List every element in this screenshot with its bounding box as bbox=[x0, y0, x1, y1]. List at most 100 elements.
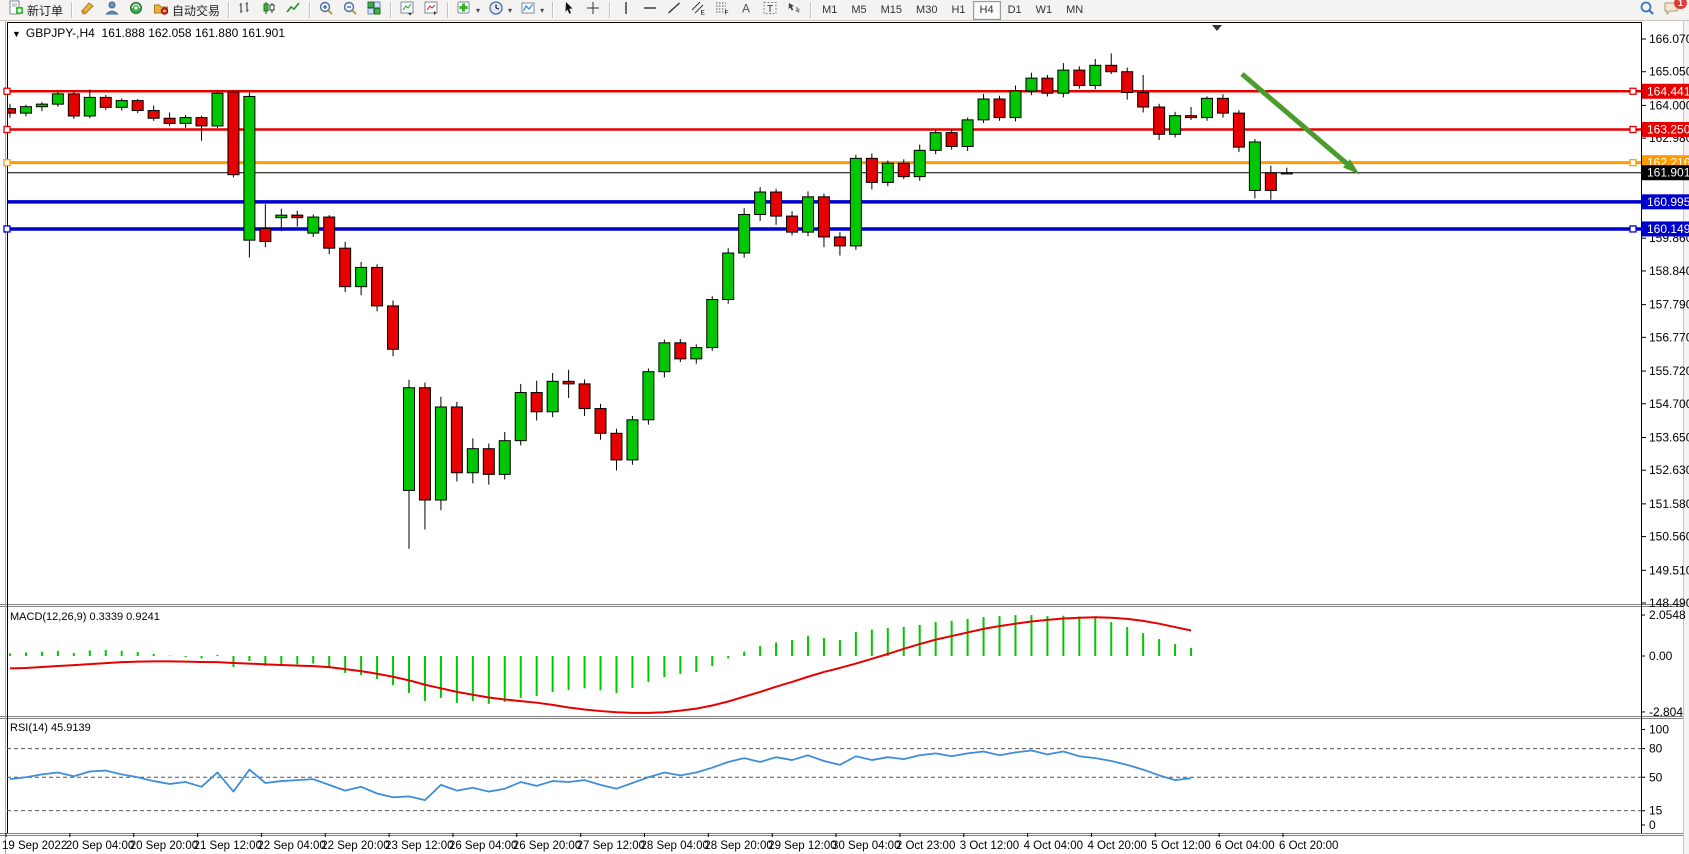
horizontal-line-button[interactable] bbox=[638, 0, 662, 21]
timeframe-clock-button[interactable]: ▾ bbox=[484, 0, 516, 21]
timeframe-m5[interactable]: M5 bbox=[844, 1, 873, 20]
line-anchor-handle[interactable] bbox=[4, 160, 10, 166]
candle-body bbox=[52, 94, 63, 104]
vertical-line-button[interactable] bbox=[614, 0, 638, 21]
signal-button[interactable] bbox=[124, 0, 148, 21]
chart-ohlc-values: 161.888 162.058 161.880 161.901 bbox=[102, 26, 286, 40]
text-button[interactable]: A bbox=[734, 0, 758, 21]
chart-symbol-period: GBPJPY-,H4 bbox=[26, 26, 95, 40]
profiles-icon bbox=[104, 0, 120, 21]
search-button[interactable] bbox=[1635, 0, 1659, 21]
zoom-in-icon bbox=[318, 0, 334, 21]
bar-chart-button[interactable] bbox=[233, 0, 257, 21]
line-chart-button[interactable] bbox=[281, 0, 305, 21]
text-label-button[interactable]: T bbox=[758, 0, 782, 21]
tile-windows-button[interactable] bbox=[362, 0, 386, 21]
new-order-label: 新订单 bbox=[27, 2, 63, 19]
trendline-button[interactable] bbox=[662, 0, 686, 21]
template-icon bbox=[520, 0, 536, 21]
trendline-icon bbox=[666, 0, 682, 21]
line-anchor-handle[interactable] bbox=[1630, 226, 1636, 232]
candle-body bbox=[308, 217, 319, 233]
rsi-axis-tick: 50 bbox=[1649, 770, 1663, 784]
price-badge-label: 160.149 bbox=[1647, 222, 1689, 236]
line-anchor-handle[interactable] bbox=[1630, 126, 1636, 132]
zoom-out-button[interactable] bbox=[338, 0, 362, 21]
time-axis-label: 2 Oct 23:00 bbox=[896, 840, 955, 852]
candle-body bbox=[292, 215, 303, 218]
rsi-axis-tick: 100 bbox=[1649, 723, 1669, 737]
notifications-button[interactable]: 1 bbox=[1659, 0, 1683, 21]
zoom-group bbox=[314, 0, 386, 21]
svg-text:A: A bbox=[742, 1, 750, 15]
time-axis-label: 6 Oct 04:00 bbox=[1215, 840, 1274, 852]
line-anchor-handle[interactable] bbox=[4, 88, 10, 94]
time-axis-label: 28 Sep 04:00 bbox=[641, 840, 709, 852]
chart-window[interactable]: ▼ GBPJPY-,H4 161.888 162.058 161.880 161.… bbox=[0, 21, 1689, 854]
candle-body bbox=[547, 381, 558, 411]
auto-trading-button[interactable]: 自动交易 bbox=[149, 0, 224, 21]
candle-body bbox=[723, 253, 734, 300]
candle-body bbox=[1202, 98, 1213, 117]
candle-body bbox=[100, 97, 111, 107]
price-axis-tick: 152.630 bbox=[1649, 463, 1689, 477]
timeframe-m1[interactable]: M1 bbox=[815, 1, 844, 20]
text-icon: A bbox=[738, 0, 754, 21]
timeframe-mn[interactable]: MN bbox=[1059, 1, 1090, 20]
candle-body bbox=[898, 163, 909, 176]
candle-body bbox=[340, 248, 351, 286]
toolbar-misc-group bbox=[76, 0, 148, 21]
crosshair-button[interactable] bbox=[581, 0, 605, 21]
indicators-window-button[interactable] bbox=[395, 0, 419, 21]
chevron-down-icon[interactable]: ▼ bbox=[12, 29, 21, 39]
tile-windows-icon bbox=[366, 0, 382, 21]
timeframe-h1[interactable]: H1 bbox=[944, 1, 972, 20]
candle-body bbox=[707, 300, 718, 348]
timeframe-w1[interactable]: W1 bbox=[1029, 1, 1060, 20]
time-axis-label: 4 Oct 04:00 bbox=[1024, 840, 1083, 852]
cursor-button[interactable] bbox=[557, 0, 581, 21]
styler-button[interactable] bbox=[76, 0, 100, 21]
vertical-line-icon bbox=[618, 0, 634, 21]
new-order-button[interactable]: 新订单 bbox=[4, 0, 67, 21]
line-anchor-handle[interactable] bbox=[1630, 88, 1636, 94]
signal-icon bbox=[128, 0, 144, 21]
line-anchor-handle[interactable] bbox=[4, 226, 10, 232]
candle-body bbox=[675, 343, 686, 359]
line-anchor-handle[interactable] bbox=[4, 126, 10, 132]
chart-canvas[interactable]: 166.070165.050164.000162.980159.860158.8… bbox=[0, 21, 1689, 854]
equidistant-channel-button[interactable]: E bbox=[686, 0, 710, 21]
timeframe-m15[interactable]: M15 bbox=[874, 1, 909, 20]
bar-chart-icon bbox=[237, 0, 253, 21]
toolbar-right-group: 1 bbox=[1635, 0, 1683, 21]
price-axis-tick: 149.510 bbox=[1649, 563, 1689, 577]
timeframe-clock-icon bbox=[488, 0, 504, 21]
fibonacci-button[interactable]: F bbox=[710, 0, 734, 21]
add-indicator-button[interactable]: ▾ bbox=[452, 0, 484, 21]
indicator-list-button[interactable] bbox=[419, 0, 443, 21]
macd-axis-tick: 2.0548 bbox=[1649, 608, 1686, 622]
candle-body bbox=[866, 158, 877, 182]
candle-body bbox=[68, 94, 79, 116]
candle-body bbox=[1106, 65, 1117, 71]
svg-text:E: E bbox=[701, 9, 706, 16]
equidistant-channel-icon: E bbox=[690, 0, 706, 21]
rsi-axis-tick: 0 bbox=[1649, 818, 1656, 832]
candlestick-chart-button[interactable] bbox=[257, 0, 281, 21]
candle-body bbox=[771, 192, 782, 216]
candle-body bbox=[691, 348, 702, 359]
timeframe-h4[interactable]: H4 bbox=[973, 1, 1001, 20]
line-anchor-handle[interactable] bbox=[1630, 160, 1636, 166]
timeframe-m30[interactable]: M30 bbox=[909, 1, 944, 20]
candle-body bbox=[739, 214, 750, 252]
profiles-button[interactable] bbox=[100, 0, 124, 21]
template-button[interactable]: ▾ bbox=[516, 0, 548, 21]
cursor-icon bbox=[561, 0, 577, 21]
candle-body bbox=[882, 163, 893, 182]
timeframe-d1[interactable]: D1 bbox=[1001, 1, 1029, 20]
candle-body bbox=[643, 372, 654, 420]
macd-indicator-label: MACD(12,26,9) 0.3339 0.9241 bbox=[10, 611, 160, 623]
candle-body bbox=[1281, 173, 1292, 174]
zoom-in-button[interactable] bbox=[314, 0, 338, 21]
arrows-button[interactable] bbox=[782, 0, 806, 21]
